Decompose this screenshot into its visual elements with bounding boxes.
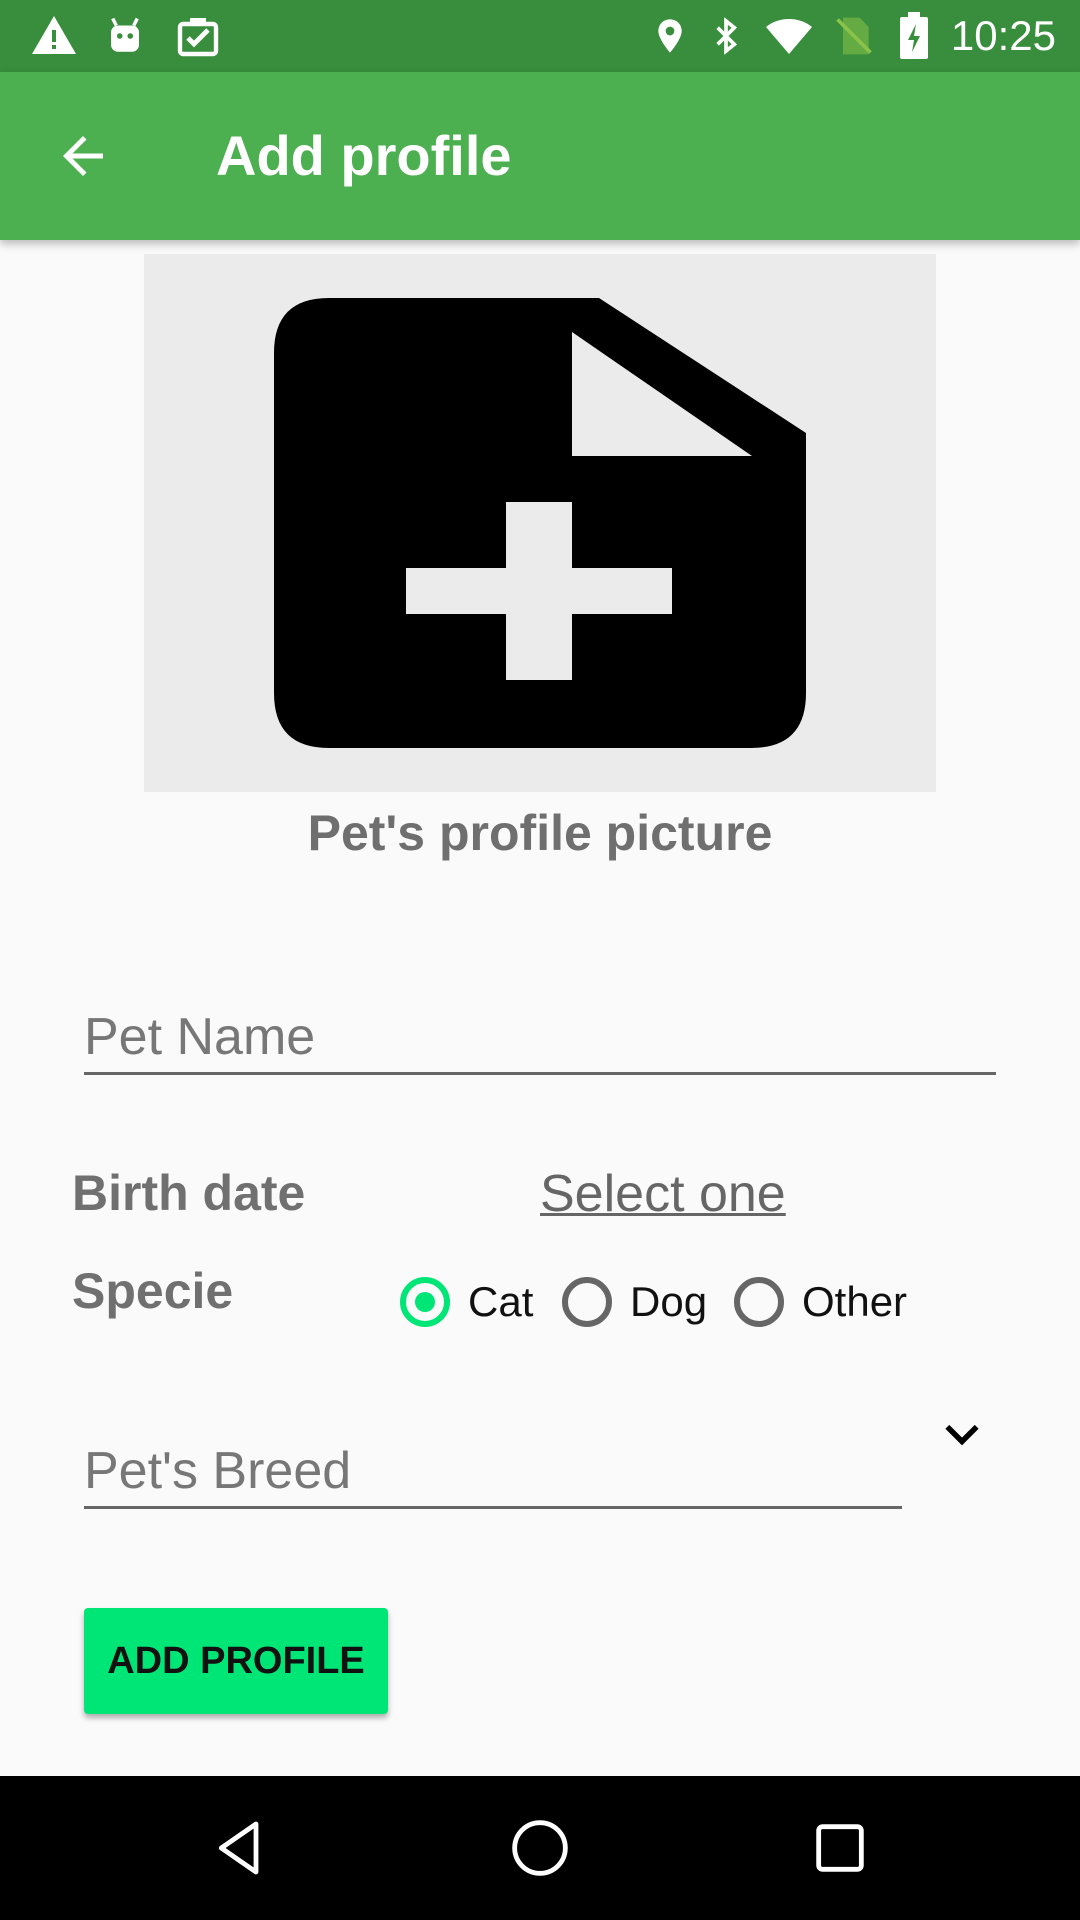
nav-back-icon[interactable] [208,1816,272,1880]
specie-label: Specie [72,1263,234,1319]
profile-picture-caption: Pet's profile picture [307,805,773,861]
pet-breed-input[interactable] [84,1436,902,1506]
radio-other-indicator [734,1277,784,1327]
radio-other[interactable]: Other [734,1270,907,1334]
battery-charging-icon [900,12,928,59]
clipboard-check-icon [177,18,219,57]
add-profile-button[interactable]: ADD PROFILE [84,1608,388,1714]
warning-icon [32,16,76,54]
radio-cat-label: Cat [468,1278,534,1325]
birth-date-label: Birth date [72,1165,306,1221]
no-sim-icon [836,17,872,55]
profile-picture-picker[interactable] [144,254,936,792]
wifi-icon [766,19,812,54]
arrow-back-icon[interactable] [50,126,116,186]
add-file-icon [274,298,806,748]
location-pin-icon [658,19,682,53]
navigation-bar [0,1776,1080,1920]
pet-name-input[interactable] [84,1002,996,1072]
radio-other-label: Other [802,1278,908,1325]
app-bar: Add profile [0,72,1080,240]
android-icon [111,17,139,52]
radio-dog-label: Dog [630,1278,708,1325]
pet-breed-field [84,1436,902,1509]
pet-name-field [84,1002,996,1075]
status-bar: 10:25 [0,0,1080,72]
chevron-down-icon[interactable] [936,1414,988,1458]
radio-cat-indicator [400,1277,450,1327]
page-title: Add profile [216,124,512,187]
radio-cat[interactable]: Cat [400,1270,533,1334]
nav-home-icon[interactable] [508,1816,572,1880]
radio-dog-indicator [562,1277,612,1327]
bluetooth-icon [716,17,738,55]
birth-date-select[interactable]: Select one [540,1164,786,1224]
radio-dog[interactable]: Dog [562,1270,707,1334]
status-time: 10:25 [950,12,1056,59]
nav-recents-icon[interactable] [808,1816,872,1880]
